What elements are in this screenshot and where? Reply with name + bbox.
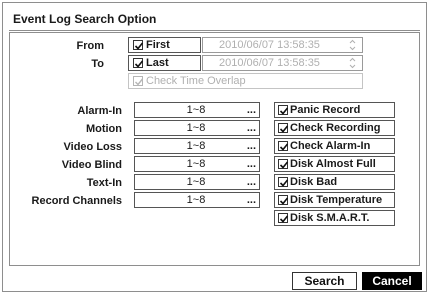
check-mark-icon — [134, 42, 144, 50]
disk-almost-full-label: Disk Almost Full — [290, 158, 376, 170]
video-blind-value: 1~8 — [186, 158, 206, 170]
from-datetime-value: 2010/06/07 13:58:35 — [219, 39, 320, 51]
motion-select[interactable]: 1~8 ... — [134, 120, 260, 136]
spin-arrows-icon[interactable] — [349, 57, 356, 69]
to-datetime-field[interactable]: 2010/06/07 13:58:35 — [202, 55, 363, 71]
check-mark-icon — [279, 215, 289, 223]
time-overlap-checkbox[interactable] — [133, 76, 144, 86]
alarm-in-select[interactable]: 1~8 ... — [134, 102, 260, 118]
check-mark-icon — [279, 143, 289, 151]
check-recording-label: Check Recording — [290, 122, 381, 134]
first-checkbox-field[interactable]: First — [128, 37, 201, 53]
check-recording-checkbox[interactable] — [278, 123, 289, 133]
disk-temperature-checkbox[interactable] — [278, 195, 289, 205]
time-overlap-label: Check Time Overlap — [146, 75, 246, 87]
time-overlap-field[interactable]: Check Time Overlap — [128, 73, 363, 89]
check-mark-icon — [134, 60, 144, 68]
to-datetime-value: 2010/06/07 13:58:35 — [219, 57, 320, 69]
disk-temperature-label: Disk Temperature — [290, 194, 383, 206]
check-mark-icon — [279, 107, 289, 115]
video-blind-select[interactable]: 1~8 ... — [134, 156, 260, 172]
ellipsis-icon: ... — [246, 104, 256, 116]
check-mark-icon — [279, 197, 289, 205]
motion-value: 1~8 — [186, 122, 206, 134]
disk-smart-checkbox[interactable] — [278, 213, 289, 223]
search-button[interactable]: Search — [292, 272, 357, 290]
panic-record-option[interactable]: Panic Record — [274, 102, 395, 118]
last-checkbox-field[interactable]: Last — [128, 55, 201, 71]
check-recording-option[interactable]: Check Recording — [274, 120, 395, 136]
alarm-in-label: Alarm-In — [77, 105, 122, 117]
panic-record-checkbox[interactable] — [278, 105, 289, 115]
record-channels-value: 1~8 — [186, 194, 206, 206]
disk-almost-full-checkbox[interactable] — [278, 159, 289, 169]
video-loss-select[interactable]: 1~8 ... — [134, 138, 260, 154]
ellipsis-icon: ... — [246, 176, 256, 188]
disk-smart-label: Disk S.M.A.R.T. — [290, 212, 370, 224]
text-in-label: Text-In — [86, 177, 122, 189]
check-alarm-in-checkbox[interactable] — [278, 141, 289, 151]
motion-label: Motion — [85, 123, 122, 135]
record-channels-label: Record Channels — [31, 195, 122, 207]
record-channels-select[interactable]: 1~8 ... — [134, 192, 260, 208]
panic-record-label: Panic Record — [290, 104, 361, 116]
text-in-value: 1~8 — [186, 176, 206, 188]
video-loss-label: Video Loss — [63, 141, 122, 153]
last-label: Last — [146, 57, 169, 69]
disk-bad-label: Disk Bad — [290, 176, 338, 188]
check-mark-icon — [279, 125, 289, 133]
cancel-button[interactable]: Cancel — [362, 272, 422, 290]
disk-smart-option[interactable]: Disk S.M.A.R.T. — [274, 210, 395, 226]
ellipsis-icon: ... — [246, 158, 256, 170]
disk-bad-option[interactable]: Disk Bad — [274, 174, 395, 190]
check-mark-icon — [135, 78, 144, 86]
ellipsis-icon: ... — [246, 194, 256, 206]
first-label: First — [146, 39, 170, 51]
dialog-title: Event Log Search Option — [13, 12, 157, 26]
disk-bad-checkbox[interactable] — [278, 177, 289, 187]
from-datetime-field[interactable]: 2010/06/07 13:58:35 — [202, 37, 363, 53]
event-log-search-dialog: Event Log Search Option From First 2010/… — [2, 2, 427, 292]
from-label: From — [76, 40, 105, 52]
spin-arrows-icon[interactable] — [349, 39, 356, 51]
ellipsis-icon: ... — [246, 140, 256, 152]
alarm-in-value: 1~8 — [186, 104, 206, 116]
check-mark-icon — [279, 179, 289, 187]
title-divider — [9, 30, 420, 31]
first-checkbox[interactable] — [133, 40, 144, 50]
last-checkbox[interactable] — [133, 58, 144, 68]
check-alarm-in-label: Check Alarm-In — [290, 140, 371, 152]
disk-temperature-option[interactable]: Disk Temperature — [274, 192, 395, 208]
ellipsis-icon: ... — [246, 122, 256, 134]
disk-almost-full-option[interactable]: Disk Almost Full — [274, 156, 395, 172]
check-alarm-in-option[interactable]: Check Alarm-In — [274, 138, 395, 154]
options-panel: From First 2010/06/07 13:58:35 To Last 2… — [9, 32, 420, 266]
check-mark-icon — [279, 161, 289, 169]
text-in-select[interactable]: 1~8 ... — [134, 174, 260, 190]
to-label: To — [91, 58, 104, 70]
video-loss-value: 1~8 — [186, 140, 206, 152]
video-blind-label: Video Blind — [61, 159, 122, 171]
